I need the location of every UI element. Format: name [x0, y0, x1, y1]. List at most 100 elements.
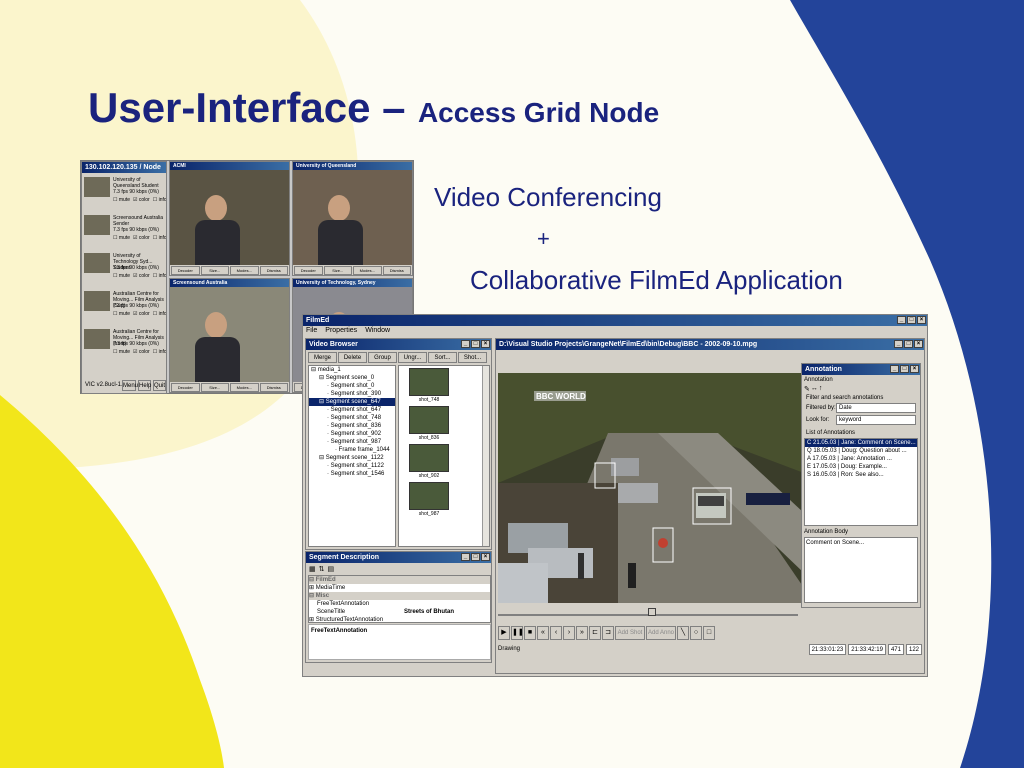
sd-close[interactable]: ×	[481, 553, 490, 561]
color-checkbox[interactable]: ☑ color	[133, 311, 150, 317]
tree-node[interactable]: · Segment shot_902	[309, 430, 395, 438]
categorized-icon[interactable]: ▦	[309, 565, 316, 573]
step-forward-icon[interactable]: ›	[563, 626, 575, 640]
site-thumbnail[interactable]	[84, 329, 110, 349]
seek-slider[interactable]	[498, 606, 804, 618]
tree-node[interactable]: ⊟ Segment scene_1122	[309, 454, 395, 462]
pen-icon[interactable]: ✎	[804, 385, 810, 393]
maximize-button[interactable]: □	[907, 316, 916, 324]
site-entry[interactable]: University of Technology Syd... Student 7…	[84, 251, 166, 287]
shot-thumbnail[interactable]: shot_748	[409, 368, 469, 404]
panel-modes-button[interactable]: Modes...	[230, 383, 259, 392]
site-thumbnail[interactable]	[84, 215, 110, 235]
menu-button[interactable]: Menu	[122, 380, 138, 391]
shot-thumbnail[interactable]: shot_987	[409, 482, 469, 518]
link-icon[interactable]: ↔	[811, 385, 818, 393]
pause-icon[interactable]: ❚❚	[511, 626, 524, 640]
tree-node[interactable]: · Segment shot_748	[309, 414, 395, 422]
annotation-item[interactable]: S 16.05.03 | Ron: See also...	[805, 471, 917, 479]
panel-dismiss-button[interactable]: Dismiss	[259, 266, 288, 275]
site-thumbnail[interactable]	[84, 253, 110, 273]
vb-button-delete[interactable]: Delete	[338, 352, 367, 363]
tree-node[interactable]: · Frame frame_1044	[309, 446, 395, 454]
annotation-menu[interactable]: Annotation	[802, 375, 920, 385]
tree-node[interactable]: · Segment shot_1122	[309, 462, 395, 470]
panel-modes-button[interactable]: Modes...	[353, 266, 382, 275]
panel-decoder-button[interactable]: Decoder	[294, 266, 323, 275]
vb-button-group[interactable]: Group	[368, 352, 397, 363]
annotation-item[interactable]: Q 18.05.03 | Doug: Question about ...	[805, 447, 917, 455]
info-checkbox[interactable]: ☐ info	[153, 349, 166, 355]
sd-maximize[interactable]: □	[471, 553, 480, 561]
vb-close[interactable]: ×	[481, 340, 490, 348]
shot-thumbnail[interactable]: shot_902	[409, 444, 469, 480]
color-checkbox[interactable]: ☑ color	[133, 349, 150, 355]
site-entry[interactable]: Australian Centre for Moving... Film Ana…	[84, 289, 166, 325]
info-checkbox[interactable]: ☐ info	[153, 235, 166, 241]
panel-dismiss-button[interactable]: Dismiss	[382, 266, 411, 275]
alphabetical-icon[interactable]: ⇅	[319, 565, 325, 573]
panel-size-button[interactable]: Size...	[200, 383, 229, 392]
mute-checkbox[interactable]: ☐ mute	[113, 311, 130, 317]
mark-out-icon[interactable]: ⊐	[602, 626, 614, 640]
menu-file[interactable]: File	[306, 326, 317, 336]
quit-button[interactable]: Quit	[153, 380, 166, 391]
vb-button-ungr[interactable]: Ungr...	[398, 352, 427, 363]
tree-node[interactable]: ⊟ Segment scene_647	[309, 398, 395, 406]
video-feed[interactable]	[170, 287, 289, 382]
stop-icon[interactable]: ■	[524, 626, 536, 640]
thumb-scrollbar[interactable]	[482, 366, 489, 546]
tree-node[interactable]: · Segment shot_647	[309, 406, 395, 414]
shot-thumbnail[interactable]: shot_836	[409, 406, 469, 442]
tree-node[interactable]: ⊟ Segment scene_0	[309, 374, 395, 382]
info-checkbox[interactable]: ☐ info	[153, 311, 166, 317]
annotation-item[interactable]: E 17.05.03 | Doug: Example...	[805, 463, 917, 471]
info-checkbox[interactable]: ☐ info	[153, 273, 166, 279]
panel-decoder-button[interactable]: Decoder	[171, 266, 200, 275]
panel-size-button[interactable]: Size...	[200, 266, 229, 275]
vb-button-shot[interactable]: Shot...	[458, 352, 487, 363]
vb-minimize[interactable]: _	[461, 340, 470, 348]
tree-node[interactable]: · Segment shot_0	[309, 382, 395, 390]
pl-minimize[interactable]: _	[894, 340, 903, 348]
menu-window[interactable]: Window	[365, 326, 390, 336]
site-entry[interactable]: University of Queensland Student 7.3 fps …	[84, 175, 166, 211]
site-entry[interactable]: Screensound Australia Sender 7.3 fps 90 k…	[84, 213, 166, 249]
tree-node[interactable]: · Segment shot_987	[309, 438, 395, 446]
sd-minimize[interactable]: _	[461, 553, 470, 561]
vb-button-sort[interactable]: Sort...	[428, 352, 457, 363]
filtered-by-select[interactable]: Date	[836, 403, 916, 413]
mute-checkbox[interactable]: ☐ mute	[113, 273, 130, 279]
thumbnail-list[interactable]: shot_748 shot_836 shot_902 shot_987	[398, 365, 490, 547]
help-button[interactable]: Help	[138, 380, 151, 391]
panel-decoder-button[interactable]: Decoder	[171, 383, 200, 392]
look-for-input[interactable]: keyword	[836, 415, 916, 425]
pl-close[interactable]: ×	[914, 340, 923, 348]
video-feed[interactable]	[293, 170, 412, 265]
menu-properties[interactable]: Properties	[325, 326, 357, 336]
close-button[interactable]: ×	[917, 316, 926, 324]
color-checkbox[interactable]: ☑ color	[133, 273, 150, 279]
video-feed[interactable]	[170, 170, 289, 265]
play-icon[interactable]: ▶	[498, 626, 510, 640]
annotation-item[interactable]: A 17.05.03 | Jane: Annotation ...	[805, 455, 917, 463]
rect-tool-icon[interactable]: □	[703, 626, 715, 640]
tree-node[interactable]: ⊟ media_1	[309, 366, 395, 374]
pl-maximize[interactable]: □	[904, 340, 913, 348]
site-entry[interactable]: Australian Centre for Moving... Film Ana…	[84, 327, 166, 363]
mark-in-icon[interactable]: ⊏	[589, 626, 601, 640]
color-checkbox[interactable]: ☑ color	[133, 197, 150, 203]
annotation-list[interactable]: C 21.05.03 | Jane: Comment on Scene... Q …	[804, 438, 918, 526]
tree-node[interactable]: · Segment shot_836	[309, 422, 395, 430]
vb-maximize[interactable]: □	[471, 340, 480, 348]
site-thumbnail[interactable]	[84, 291, 110, 311]
up-arrow-icon[interactable]: ↑	[819, 385, 823, 393]
video-frame[interactable]: BBC WORLD	[498, 373, 804, 603]
rewind-icon[interactable]: «	[537, 626, 549, 640]
panel-size-button[interactable]: Size...	[323, 266, 352, 275]
panel-modes-button[interactable]: Modes...	[230, 266, 259, 275]
site-thumbnail[interactable]	[84, 177, 110, 197]
tree-node[interactable]: · Segment shot_1546	[309, 470, 395, 478]
annotation-item[interactable]: C 21.05.03 | Jane: Comment on Scene...	[805, 439, 917, 447]
info-checkbox[interactable]: ☐ info	[153, 197, 166, 203]
